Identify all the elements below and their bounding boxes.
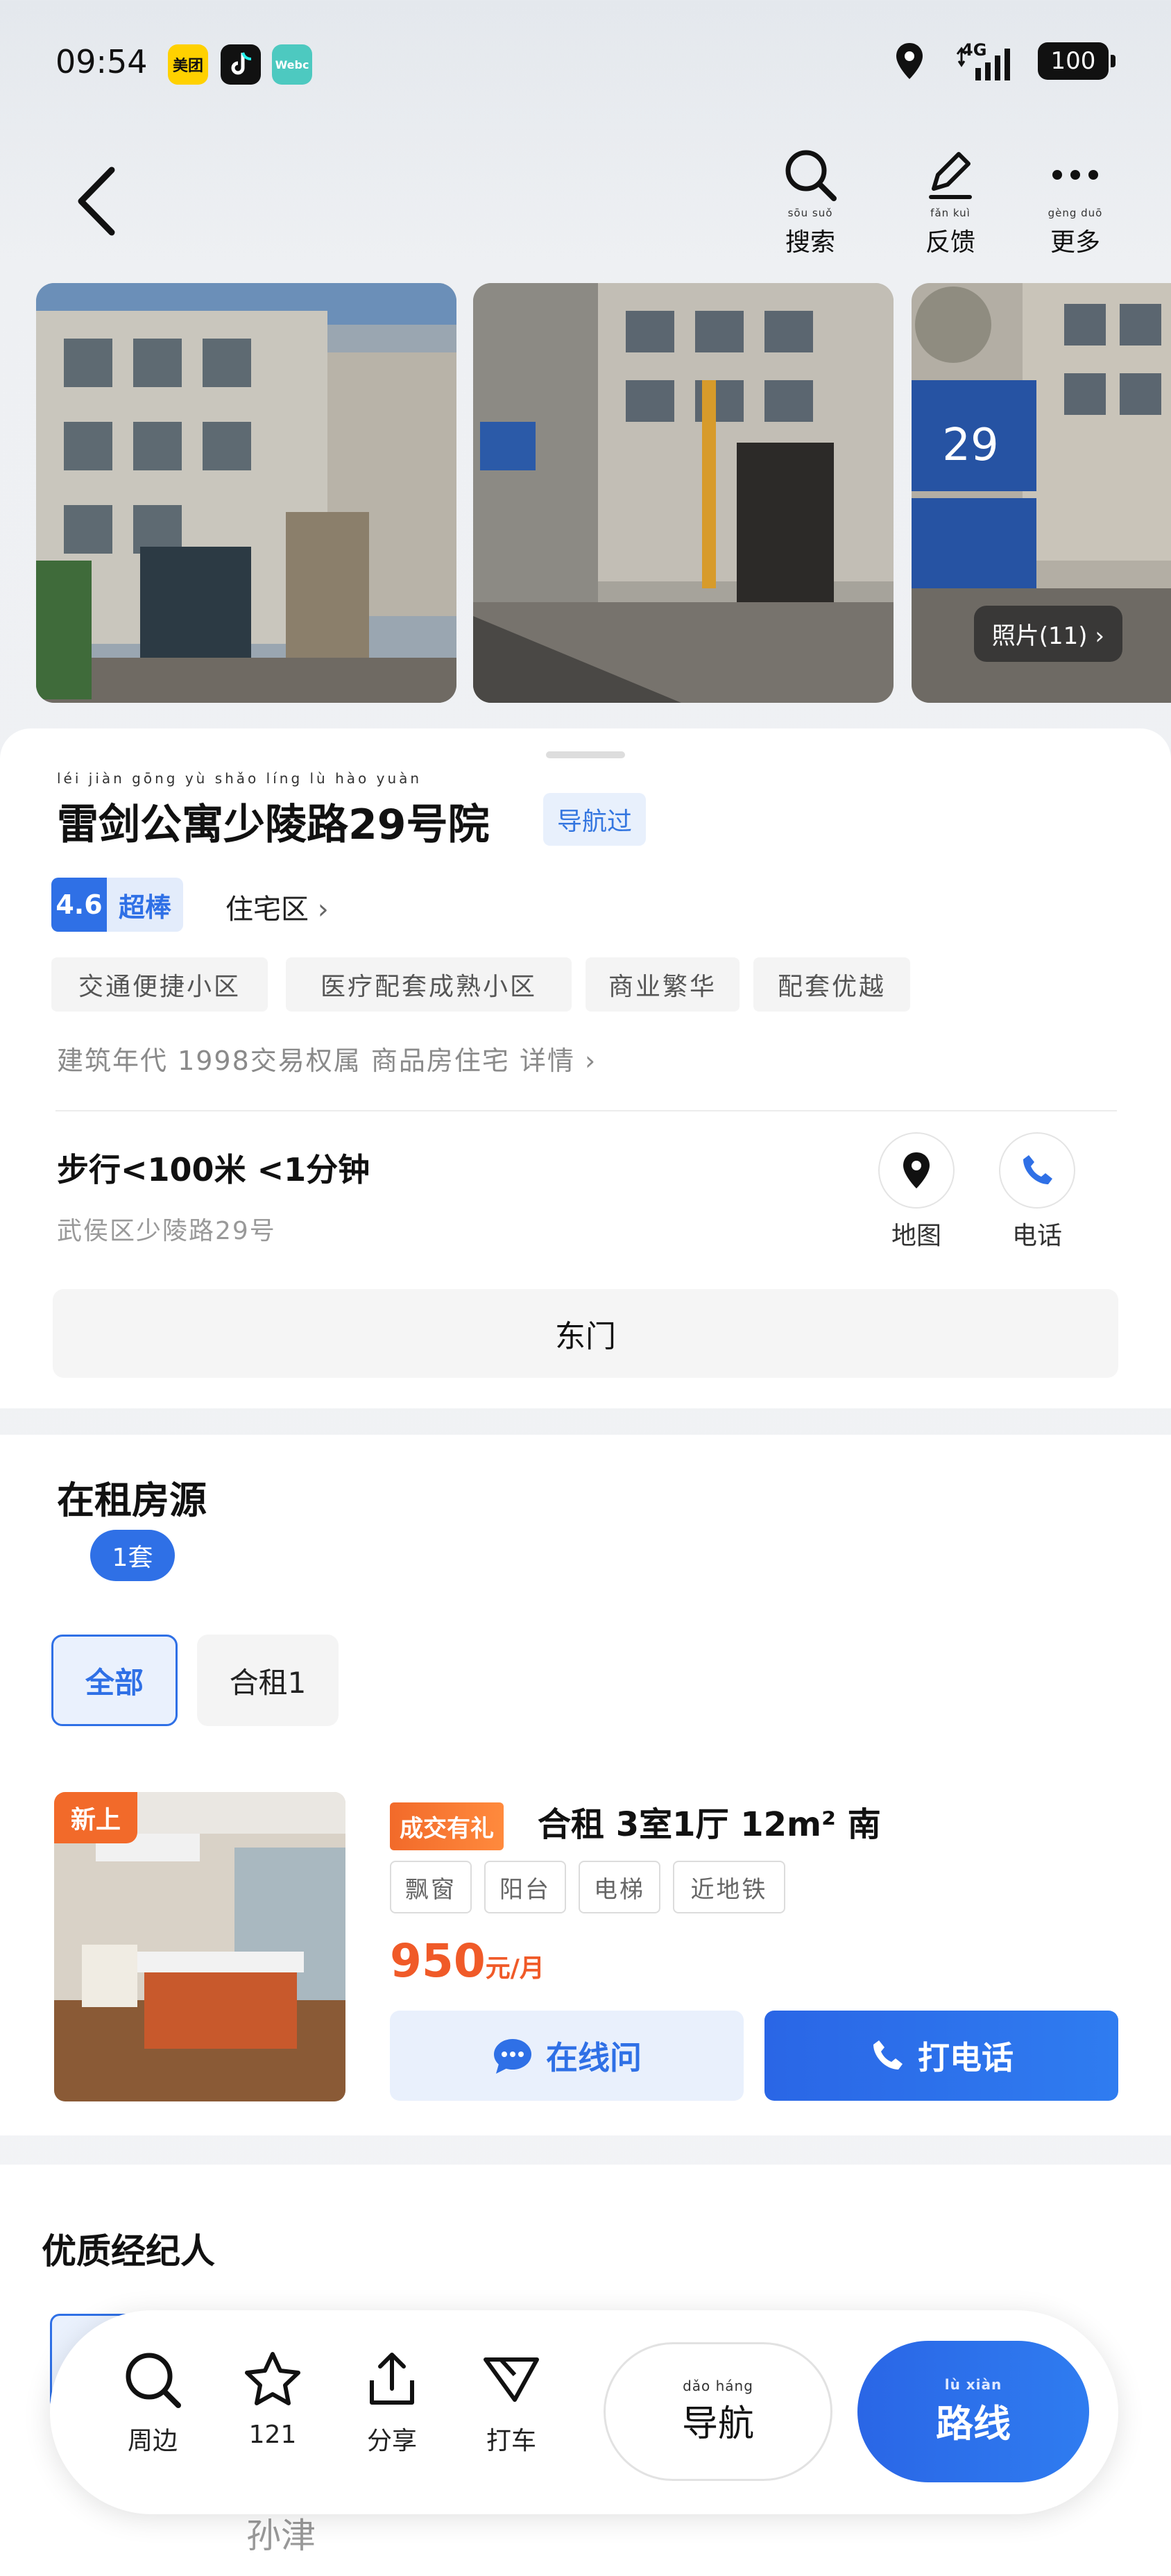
- edit-icon: [929, 152, 972, 199]
- gate-label: 东门: [555, 1319, 616, 1354]
- map-pin-icon: [903, 1152, 930, 1188]
- more-button[interactable]: gèng duō 更多: [1034, 146, 1117, 258]
- filter-all[interactable]: 全部: [51, 1635, 178, 1726]
- more-pinyin: gèng duō: [1048, 207, 1103, 219]
- rating-text: 超棒: [107, 878, 183, 932]
- taxi-button[interactable]: 打车: [466, 2348, 556, 2457]
- feature-tag: 电梯: [579, 1861, 660, 1913]
- photo-2[interactable]: [473, 283, 894, 703]
- status-time: 09:54: [55, 43, 148, 80]
- agent-name: 孙津: [246, 2516, 316, 2556]
- navigate-label: 导航: [681, 2403, 754, 2445]
- photo-count-label: 照片(11): [991, 622, 1088, 650]
- taxi-label: 打车: [486, 2427, 536, 2455]
- tag-item: 医疗配套成熟小区: [286, 957, 572, 1012]
- nearby-button[interactable]: 周边: [108, 2348, 198, 2457]
- address: 武侯区少陵路29号: [57, 1217, 276, 1245]
- photo-count-button[interactable]: 照片(11) ›: [973, 606, 1122, 662]
- map-button[interactable]: [878, 1132, 955, 1209]
- chevron-right-icon: ›: [317, 894, 329, 926]
- feature-tag: 阳台: [484, 1861, 566, 1913]
- search-label: 搜索: [785, 228, 835, 257]
- more-icon: [1052, 170, 1098, 180]
- route-button[interactable]: lù xiàn 路线: [857, 2341, 1089, 2482]
- favorite-count: 121: [248, 2421, 297, 2449]
- tag-item: 交通便捷小区: [51, 957, 268, 1012]
- area-type-label: 住宅区: [225, 894, 309, 926]
- phone-icon: [1023, 1155, 1052, 1184]
- photo-1[interactable]: [36, 283, 456, 703]
- phone-button[interactable]: [999, 1132, 1075, 1209]
- route-label: 路线: [936, 2401, 1011, 2446]
- location-icon: [896, 43, 923, 79]
- share-icon: [370, 2353, 414, 2405]
- chat-bubble-icon: [494, 2039, 531, 2074]
- search-pinyin: sōu suǒ: [787, 207, 833, 219]
- search-button[interactable]: sōu suǒ 搜索: [769, 146, 852, 258]
- battery-icon: 100: [1038, 42, 1116, 80]
- agents-title: 优质经纪人: [42, 2231, 215, 2271]
- feedback-label: 反馈: [925, 228, 975, 257]
- feedback-button[interactable]: fǎn kuì 反馈: [909, 146, 992, 258]
- rating-score: 4.6: [51, 878, 107, 932]
- phone-icon: [873, 2040, 903, 2070]
- listing-price: 950元/月: [390, 1934, 545, 1988]
- call-label: 打电话: [918, 2039, 1014, 2076]
- tag-item: 商业繁华: [586, 957, 740, 1012]
- more-label: 更多: [1050, 228, 1100, 257]
- nearby-label: 周边: [127, 2427, 178, 2455]
- price-value: 950: [390, 1934, 486, 1988]
- new-listing-tag: 新上: [54, 1792, 137, 1843]
- signal-icon: 4G: [955, 40, 1010, 82]
- walk-distance: 步行<100米 <1分钟: [57, 1151, 370, 1188]
- listing-title[interactable]: 合租 3室1厅 12m² 南: [538, 1797, 881, 1845]
- chevron-right-icon: ›: [1095, 622, 1104, 650]
- deal-tag: 成交有礼: [390, 1802, 504, 1850]
- tag-item: 配套优越: [753, 957, 910, 1012]
- taxi-icon: [484, 2357, 539, 2402]
- chat-button[interactable]: 在线问: [390, 2011, 744, 2101]
- tiktok-app-icon: [221, 44, 261, 85]
- chevron-left-icon: [78, 167, 115, 236]
- search-icon: [785, 150, 837, 201]
- favorite-button[interactable]: 121: [228, 2348, 318, 2449]
- svg-text:29: 29: [942, 420, 998, 471]
- chat-label: 在线问: [546, 2039, 642, 2076]
- area-type-link[interactable]: 住宅区 ›: [225, 887, 329, 927]
- star-icon: [245, 2352, 300, 2405]
- navigate-button[interactable]: dǎo háng 导航: [604, 2342, 832, 2481]
- visited-badge: 导航过: [543, 793, 647, 846]
- place-title: 雷剑公寓少陵路29号院: [57, 801, 490, 849]
- call-button[interactable]: 打电话: [764, 2011, 1118, 2101]
- chevron-right-icon: ›: [585, 1046, 597, 1076]
- gate-button[interactable]: 东门: [53, 1289, 1118, 1378]
- share-button[interactable]: 分享: [347, 2348, 437, 2457]
- rentals-title: 在租房源: [57, 1478, 207, 1522]
- search-icon: [126, 2353, 181, 2408]
- building-meta-link[interactable]: 建筑年代 1998交易权属 商品房住宅 详情 ›: [57, 1039, 597, 1077]
- price-unit: 元/月: [485, 1954, 545, 1983]
- back-button[interactable]: [73, 163, 128, 239]
- rating-badge[interactable]: 4.6 超棒: [51, 878, 183, 932]
- route-pinyin: lù xiàn: [944, 2375, 1002, 2393]
- map-label: 地图: [891, 1222, 941, 1250]
- feedback-pinyin: fǎn kuì: [930, 207, 971, 219]
- feature-tag: 近地铁: [673, 1861, 785, 1913]
- phone-label: 电话: [1011, 1222, 1062, 1250]
- building-meta: 建筑年代 1998交易权属 商品房住宅 详情: [57, 1046, 575, 1076]
- share-label: 分享: [366, 2427, 417, 2455]
- feature-tag: 飘窗: [390, 1861, 472, 1913]
- divider: [55, 1110, 1117, 1111]
- status-indicators: 4G 100: [892, 40, 1116, 82]
- drag-handle[interactable]: [546, 751, 625, 758]
- navigate-pinyin: dǎo háng: [683, 2377, 753, 2394]
- meituan-app-icon: 美团: [168, 44, 208, 85]
- rentals-count: 1套: [90, 1530, 175, 1581]
- webc-app-icon: Webc: [272, 44, 312, 85]
- title-pinyin: léi jiàn gōng yù shǎo líng lù hào yuàn: [57, 770, 422, 787]
- filter-shared[interactable]: 合租1: [197, 1635, 339, 1726]
